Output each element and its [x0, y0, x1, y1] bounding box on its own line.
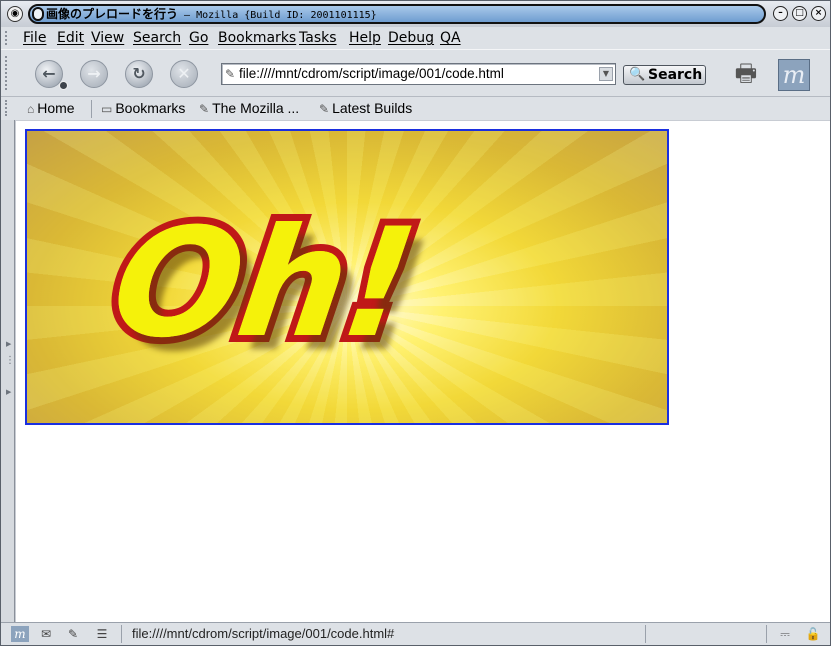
folder-icon: ▭ — [101, 102, 113, 116]
bookmarks-button[interactable]: ▭ Bookmarks — [101, 100, 185, 116]
navbar-grip-icon[interactable] — [5, 56, 13, 90]
sidebar-toggle-strip[interactable]: ▶ ⋮ ▶ — [1, 120, 15, 622]
menu-bar: File Edit View Search Go Bookmarks Tasks… — [1, 27, 830, 49]
title-knob — [32, 7, 44, 21]
oh-banner-image[interactable]: Oh! Oh! — [25, 129, 669, 425]
menu-go[interactable]: Go — [189, 30, 208, 46]
window-title: 画像のプレロードを行う – Mozilla {Build ID: 2001101… — [46, 6, 377, 24]
url-field[interactable]: ✎ file:////mnt/cdrom/script/image/001/co… — [221, 63, 616, 85]
menu-view[interactable]: View — [91, 30, 124, 46]
statusbar-separator — [645, 625, 646, 643]
sidebar-arrow-icon: ▶ — [6, 340, 12, 348]
maximize-button[interactable]: □ — [792, 6, 807, 21]
reload-button[interactable]: ↻ — [125, 60, 153, 88]
home-label: Home — [37, 100, 75, 116]
url-history-dropdown-icon[interactable]: ▼ — [599, 67, 613, 81]
page-content: Oh! Oh! — [16, 121, 830, 622]
menu-qa[interactable]: QA — [440, 30, 461, 46]
menu-file[interactable]: File — [23, 30, 46, 46]
mail-icon[interactable]: ✉ — [37, 626, 55, 642]
menu-tasks[interactable]: Tasks — [299, 30, 337, 46]
title-pill: 画像のプレロードを行う – Mozilla {Build ID: 2001101… — [28, 4, 766, 24]
menu-help[interactable]: Help — [349, 30, 381, 46]
bookmark-latest-builds[interactable]: ✎ Latest Builds — [319, 100, 412, 116]
sidebar-grip-icon: ⋮ — [5, 355, 15, 366]
search-button[interactable]: 🔍 Search — [623, 65, 706, 85]
print-icon[interactable]: 🖶 — [729, 58, 763, 88]
menu-debug[interactable]: Debug — [388, 30, 434, 46]
back-history-dropdown-icon[interactable] — [59, 81, 68, 90]
menu-search[interactable]: Search — [133, 30, 181, 46]
sidebar-arrow-icon: ▶ — [6, 388, 12, 396]
search-icon: 🔍 — [629, 67, 646, 82]
home-button[interactable]: ⌂ Home — [27, 100, 75, 116]
window-menu-icon[interactable]: ◉ — [7, 6, 23, 22]
bookmark-the-mozilla[interactable]: ✎ The Mozilla ... — [199, 100, 299, 116]
persbar-grip-icon[interactable] — [5, 100, 13, 116]
navigator-icon[interactable]: m — [11, 626, 29, 642]
menu-bookmarks[interactable]: Bookmarks — [218, 30, 296, 46]
personal-toolbar: ⌂ Home ▭ Bookmarks ✎ The Mozilla ... ✎ Lates… — [1, 96, 830, 120]
toolbar-separator — [91, 100, 92, 118]
security-lock-icon: 🔓 — [805, 627, 821, 641]
forward-button[interactable]: → — [80, 60, 108, 88]
window-title-main: 画像のプレロードを行う — [46, 7, 179, 21]
statusbar-separator — [766, 625, 767, 643]
online-status-icon[interactable]: ⎓ — [773, 626, 797, 642]
window-title-suffix: – Mozilla {Build ID: 2001101115} — [178, 10, 377, 21]
bookmarks-label: Bookmarks — [115, 100, 186, 116]
composer-icon[interactable]: ✎ — [64, 626, 82, 642]
status-text: file:////mnt/cdrom/script/image/001/code… — [132, 626, 395, 641]
bookmark-icon: ✎ — [319, 102, 330, 116]
search-button-label: Search — [648, 67, 703, 83]
mozilla-throbber-icon[interactable]: m — [778, 59, 810, 91]
stop-button[interactable]: ✕ — [170, 60, 198, 88]
statusbar-separator — [121, 625, 122, 643]
url-input[interactable]: file:////mnt/cdrom/script/image/001/code… — [239, 66, 504, 81]
bookmark-the-mozilla-label: The Mozilla ... — [212, 100, 300, 116]
menu-edit[interactable]: Edit — [57, 30, 84, 46]
status-bar: m ✉ ✎ ☰ file:////mnt/cdrom/script/image/… — [1, 622, 830, 645]
minimize-button[interactable]: – — [773, 6, 788, 21]
banner-text: Oh! — [102, 197, 424, 371]
home-icon: ⌂ — [27, 102, 35, 116]
browser-window: ◉ 画像のプレロードを行う – Mozilla {Build ID: 20011… — [0, 0, 831, 646]
address-book-icon[interactable]: ☰ — [93, 626, 111, 642]
bookmark-latest-builds-label: Latest Builds — [332, 100, 413, 116]
navigation-toolbar: ← → ↻ ✕ ✎ file:////mnt/cdrom/script/imag… — [1, 49, 830, 96]
menubar-grip-icon[interactable] — [5, 31, 13, 45]
bookmark-icon: ✎ — [199, 102, 210, 116]
close-button[interactable]: × — [811, 6, 826, 21]
page-proxy-icon[interactable]: ✎ — [225, 67, 235, 81]
title-bar[interactable]: ◉ 画像のプレロードを行う – Mozilla {Build ID: 20011… — [1, 1, 830, 27]
